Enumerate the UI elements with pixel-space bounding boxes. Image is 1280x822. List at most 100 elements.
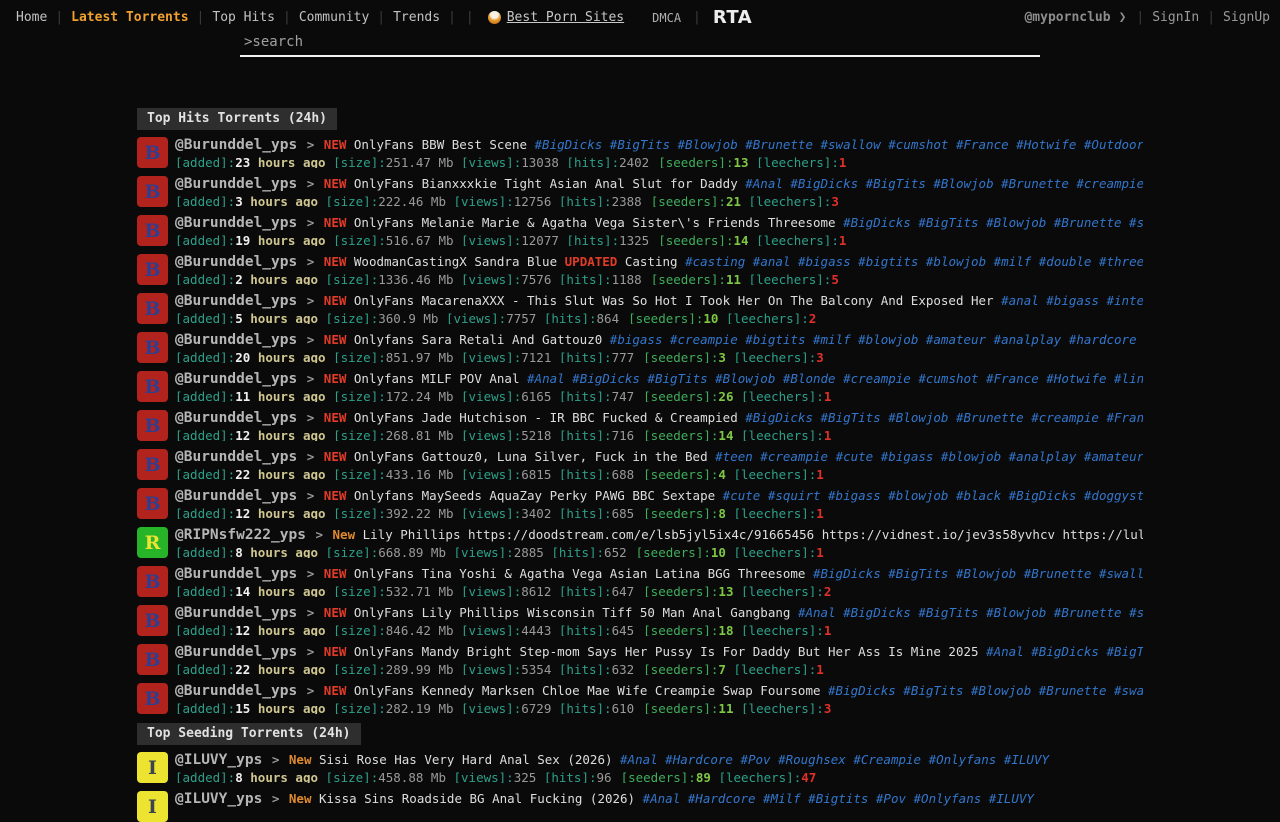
torrent-title[interactable]: Lily Phillips https://doodstream.com/e/l… [363, 527, 1143, 542]
torrent-row-stats: [added]:15 hours ago [size]:282.19 Mb [v… [175, 701, 1143, 714]
chevron-right-icon: > [297, 215, 324, 230]
user-avatar[interactable]: I [137, 752, 168, 783]
tag-list[interactable]: #BigDicks #BigTits #Blowjob #Brunette #s… [843, 215, 1143, 230]
added-unit: hours ago [258, 584, 326, 597]
user-avatar[interactable]: B [137, 293, 168, 324]
tag-list[interactable]: #BigDicks #BigTits #Blowjob #Brunette #s… [535, 137, 1143, 152]
user-avatar[interactable]: B [137, 449, 168, 480]
tag-list[interactable]: #cute #squirt #bigass #blowjob #black #B… [723, 488, 1143, 503]
user-avatar[interactable]: B [137, 254, 168, 285]
username-link[interactable]: @Burunddel_yps [175, 137, 297, 153]
tag-list[interactable]: #Anal #BigDicks #BigTits #Blowjob #Brune… [745, 176, 1143, 191]
tag-list[interactable]: #Anal #BigDicks #BigTits #Blowjob #Brune… [798, 605, 1143, 620]
username-link[interactable]: @Burunddel_yps [175, 332, 297, 348]
added-value: 20 [235, 350, 250, 363]
dmca-link[interactable]: DMCA [652, 11, 681, 25]
search-input[interactable] [240, 30, 1040, 55]
torrent-title[interactable]: OnlyFans MacarenaXXX - This Slut Was So … [354, 293, 994, 308]
torrent-row-lines: @Burunddel_yps > NEW Onlyfans MaySeeds A… [175, 488, 1143, 519]
tag-list[interactable]: #Anal #BigDicks #BigTits … [986, 644, 1143, 659]
torrent-row: B@Burunddel_yps > NEW OnlyFans Jade Hutc… [137, 410, 1280, 441]
user-avatar[interactable]: B [137, 410, 168, 441]
account-username[interactable]: @mypornclub [1024, 10, 1110, 25]
user-avatar[interactable]: I [137, 791, 168, 822]
torrent-title[interactable]: OnlyFans Bianxxxkie Tight Asian Anal Slu… [354, 176, 738, 191]
username-link[interactable]: @ILUVY_yps [175, 752, 262, 768]
user-avatar[interactable]: B [137, 176, 168, 207]
tag-list[interactable]: #teen #creampie #cute #bigass #blowjob #… [715, 449, 1143, 464]
torrent-title[interactable]: Sisi Rose Has Very Hard Anal Sex (2026) [319, 752, 613, 767]
username-link[interactable]: @Burunddel_yps [175, 566, 297, 582]
nav-item-home[interactable]: Home [8, 10, 55, 25]
torrent-title[interactable]: OnlyFans Tina Yoshi & Agatha Vega Asian … [354, 566, 806, 581]
best-porn-sites-link[interactable]: Best Porn Sites [488, 10, 624, 25]
username-link[interactable]: @Burunddel_yps [175, 644, 297, 660]
username-link[interactable]: @ILUVY_yps [175, 791, 262, 807]
hits-label: [hits]: [559, 623, 612, 636]
signup-link[interactable]: SignUp [1223, 10, 1270, 25]
torrent-title[interactable]: OnlyFans Kennedy Marksen Chloe Mae Wife … [354, 683, 821, 698]
username-link[interactable]: @RIPNsfw222_yps [175, 527, 306, 543]
chevron-right-icon: > [297, 137, 324, 152]
torrent-title[interactable]: Onlyfans MaySeeds AquaZay Perky PAWG BBC… [354, 488, 715, 503]
torrent-title[interactable]: Onlyfans MILF POV Anal [354, 371, 520, 386]
tag-list[interactable]: #anal #bigass #interrac… [1001, 293, 1143, 308]
user-avatar[interactable]: B [137, 488, 168, 519]
nav-item-community[interactable]: Community [291, 10, 377, 25]
user-avatar[interactable]: B [137, 644, 168, 675]
user-avatar[interactable]: B [137, 137, 168, 168]
tag-list[interactable]: #bigass #creampie #bigtits #milf #blowjo… [610, 332, 1137, 347]
added-label: [added]: [175, 233, 235, 246]
user-avatar[interactable]: B [137, 332, 168, 363]
torrent-title[interactable]: Onlyfans Sara Retali And Gattouz0 [354, 332, 602, 347]
nav-item-trends[interactable]: Trends [385, 10, 448, 25]
torrent-title[interactable]: Kissa Sins Roadside BG Anal Fucking (202… [319, 791, 635, 806]
chevron-right-icon[interactable]: ❯ [1119, 10, 1127, 25]
username-link[interactable]: @Burunddel_yps [175, 293, 297, 309]
username-link[interactable]: @Burunddel_yps [175, 683, 297, 699]
tag-list[interactable]: #Anal #BigDicks #BigTits #Blowjob #Blond… [527, 371, 1143, 386]
username-link[interactable]: @Burunddel_yps [175, 215, 297, 231]
user-avatar[interactable]: B [137, 683, 168, 714]
tag-list[interactable]: #casting #anal #bigass #bigtits #blowjob… [685, 254, 1143, 269]
torrent-title[interactable]: OnlyFans Gattouz0, Luna Silver, Fuck in … [354, 449, 708, 464]
user-avatar[interactable]: R [137, 527, 168, 558]
hits-value: 688 [612, 467, 635, 480]
torrent-title[interactable]: OnlyFans Melanie Marie & Agatha Vega Sis… [354, 215, 836, 230]
username-link[interactable]: @Burunddel_yps [175, 254, 297, 270]
torrent-title[interactable]: OnlyFans Jade Hutchison - IR BBC Fucked … [354, 410, 738, 425]
user-avatar[interactable]: B [137, 371, 168, 402]
size-label: [size]: [333, 662, 386, 675]
torrent-title[interactable]: WoodmanCastingX Sandra Blue [354, 254, 557, 269]
size-value: 1336.46 Mb [378, 272, 453, 285]
user-avatar[interactable]: B [137, 605, 168, 636]
nav-divider: | [693, 10, 701, 25]
nav-item-latest-torrents[interactable]: Latest Torrents [63, 10, 196, 25]
torrent-title[interactable]: OnlyFans Mandy Bright Step-mom Says Her … [354, 644, 979, 659]
username-link[interactable]: @Burunddel_yps [175, 488, 297, 504]
nav-divider: | [448, 10, 456, 25]
tag-list[interactable]: #BigDicks #BigTits #Blowjob #Brunette #c… [745, 410, 1143, 425]
tag-list[interactable]: #BigDicks #BigTits #Blowjob #Brunette #s… [828, 683, 1143, 698]
user-avatar[interactable]: B [137, 566, 168, 597]
torrent-title[interactable]: OnlyFans Lily Phillips Wisconsin Tiff 50… [354, 605, 791, 620]
hits-label: [hits]: [559, 584, 612, 597]
hits-label: [hits]: [566, 233, 619, 246]
torrent-row-stats: [added]:12 hours ago [size]:268.81 Mb [v… [175, 428, 1143, 441]
nav-divider: | [55, 10, 63, 25]
username-link[interactable]: @Burunddel_yps [175, 371, 297, 387]
nav-item-top-hits[interactable]: Top Hits [204, 10, 283, 25]
torrent-title[interactable]: Casting [625, 254, 678, 269]
username-link[interactable]: @Burunddel_yps [175, 449, 297, 465]
tag-list[interactable]: #BigDicks #BigTits #Blowjob #Brunette #s… [813, 566, 1143, 581]
username-link[interactable]: @Burunddel_yps [175, 605, 297, 621]
added-unit: hours ago [250, 311, 318, 324]
tag-list[interactable]: #Anal #Hardcore #Milf #Bigtits #Pov #Onl… [643, 791, 1034, 806]
torrent-title[interactable]: OnlyFans BBW Best Scene [354, 137, 527, 152]
tag-list[interactable]: #Anal #Hardcore #Pov #Roughsex #Creampie… [620, 752, 1049, 767]
username-link[interactable]: @Burunddel_yps [175, 410, 297, 426]
user-avatar[interactable]: B [137, 215, 168, 246]
size-value: 172.24 Mb [386, 389, 454, 402]
username-link[interactable]: @Burunddel_yps [175, 176, 297, 192]
signin-link[interactable]: SignIn [1152, 10, 1199, 25]
